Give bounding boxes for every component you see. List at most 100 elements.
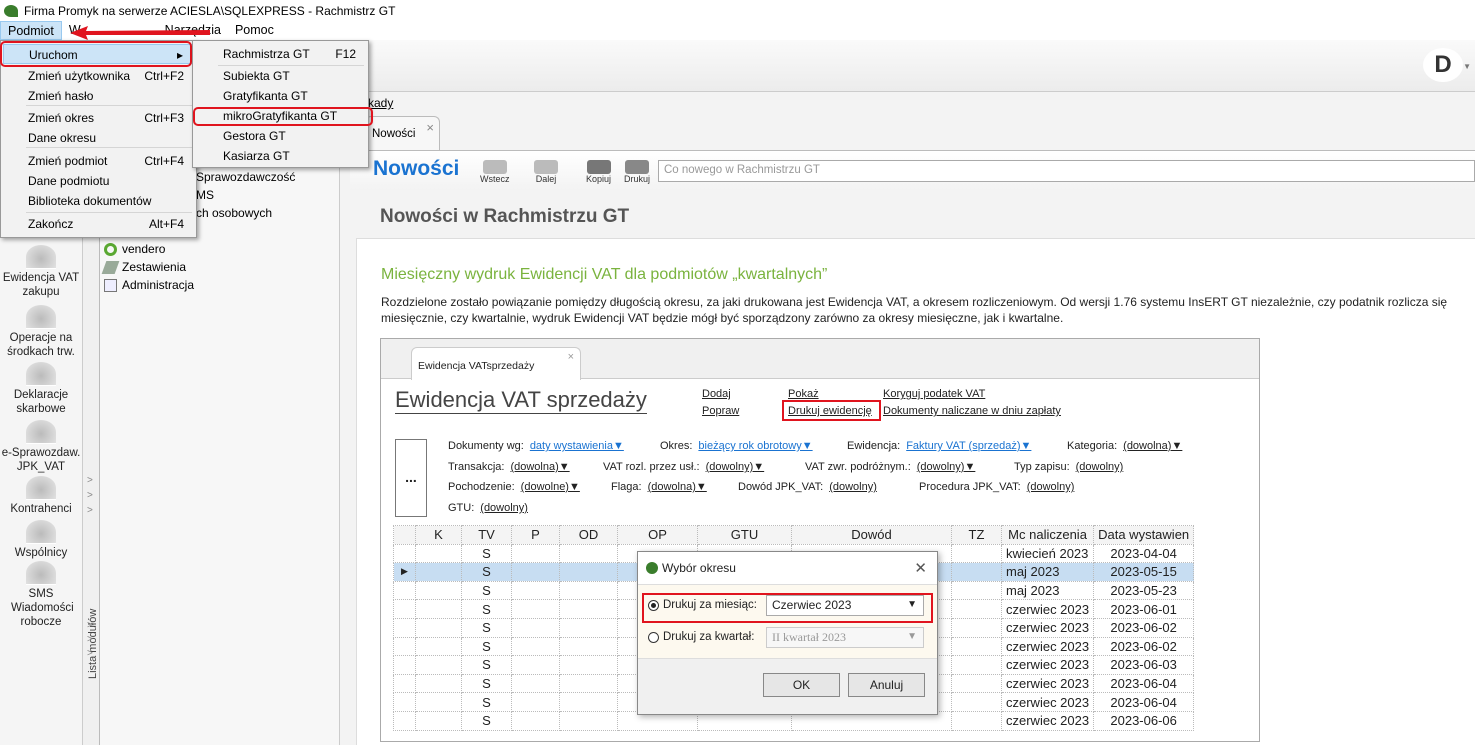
- submenu-item[interactable]: Kasiarza GT: [195, 146, 366, 166]
- vendero-icon: [104, 242, 117, 256]
- module-ewidencja-vat-zakupu[interactable]: Ewidencja VAT zakupu: [0, 245, 82, 299]
- table-cell: czerwiec 2023: [1000, 636, 1095, 657]
- table-cell: [415, 673, 462, 694]
- filter: Okres: bieżący rok obrotowy▼: [660, 440, 813, 452]
- submenu-item[interactable]: Rachmistrza GT F12: [195, 44, 366, 64]
- text: (dowolne)▼: [520, 481, 580, 493]
- table-cell: 2023-06-02: [1093, 617, 1195, 638]
- filter: Procedura JPK_VAT: (dowolny): [919, 481, 1074, 493]
- chevron-down-icon[interactable]: ▼: [1463, 62, 1471, 71]
- menu-item[interactable]: Zmień hasło: [3, 86, 194, 106]
- jpk-icon: [26, 420, 56, 444]
- copy-button[interactable]: Kopiuj: [586, 160, 611, 184]
- annotation-arrow-icon: [70, 26, 210, 40]
- module-deklaracje[interactable]: Deklaracje skarbowe: [0, 362, 82, 416]
- text: (dowolny)▼: [916, 461, 976, 473]
- shot-link-dodaj: Dodaj: [702, 388, 731, 400]
- table-cell: [559, 580, 618, 601]
- table-cell: S: [461, 692, 512, 712]
- menu-item[interactable]: Zmień okres Ctrl+F3: [3, 108, 194, 128]
- row-pointer-icon: ▶: [393, 562, 416, 582]
- module-wspolnicy[interactable]: Wspólnicy: [0, 520, 82, 560]
- submenu-item[interactable]: Gratyfikanta GT: [195, 86, 366, 106]
- menu-item[interactable]: Dane podmiotu: [3, 171, 194, 191]
- menu-item[interactable]: Zmień podmiot Ctrl+F4: [3, 151, 194, 171]
- tree-item-vendero[interactable]: vendero: [104, 242, 165, 256]
- text: (dowolna)▼: [647, 481, 707, 493]
- tree-item[interactable]: Sprawozdawczość: [196, 170, 295, 184]
- submenu-item[interactable]: Subiekta GT: [195, 66, 366, 86]
- column-header: P: [511, 525, 560, 545]
- back-button[interactable]: Wstecz: [480, 160, 510, 184]
- submenu-item[interactable]: Gestora GT: [195, 126, 366, 146]
- module-srodki-trwale[interactable]: Operacje na środkach trw.: [0, 305, 82, 359]
- window-title: Firma Promyk na serwerze ACIESLA\SQLEXPR…: [24, 3, 396, 18]
- assets-icon: [26, 305, 56, 329]
- table-cell: [559, 562, 618, 582]
- tree-item-administracja[interactable]: Administracja: [104, 278, 194, 292]
- tree-item[interactable]: ch osobowych: [196, 206, 272, 220]
- text: (dowolny)▼: [705, 461, 765, 473]
- report-icon: [101, 260, 120, 274]
- close-tab-icon[interactable]: ×: [426, 120, 434, 135]
- menu-podmiot[interactable]: Podmiot: [0, 21, 62, 40]
- menu-separator: [26, 105, 192, 106]
- table-cell: S: [461, 562, 512, 582]
- chevron-right-icon[interactable]: >: [87, 648, 93, 659]
- text: (dowolny): [480, 502, 528, 514]
- text: Procedura JPK_VAT:: [919, 481, 1021, 493]
- chevron-right-icon[interactable]: >: [87, 634, 93, 645]
- text: (dowolny): [1026, 481, 1075, 493]
- people-icon: [26, 520, 56, 544]
- user-avatar[interactable]: D: [1423, 48, 1463, 82]
- table-cell: [393, 692, 416, 712]
- table-cell: [393, 617, 416, 638]
- table-cell: czerwiec 2023: [1000, 673, 1095, 694]
- table-cell: [415, 599, 462, 619]
- column-header: Dowód: [791, 525, 952, 545]
- table-cell: [951, 562, 1002, 582]
- menu-item[interactable]: Zakończ Alt+F4: [3, 214, 194, 234]
- text: Kategoria:: [1067, 440, 1118, 452]
- shot-link-popraw: Popraw: [702, 405, 740, 417]
- column-header: GTU: [697, 525, 792, 545]
- chevron-right-icon[interactable]: >: [87, 620, 93, 631]
- text: Zmień podmiot: [28, 154, 108, 168]
- forward-button[interactable]: Dalej: [534, 160, 558, 184]
- tree-item-zestawienia[interactable]: Zestawienia: [101, 260, 186, 274]
- person-icon: [26, 476, 56, 500]
- column-header: [393, 525, 416, 545]
- chevron-right-icon[interactable]: >: [87, 505, 93, 516]
- arrow-left-icon: [482, 160, 507, 174]
- shot-link-pokaz: Pokaż: [788, 388, 819, 400]
- table-cell: [511, 636, 560, 657]
- module-jpk-vat[interactable]: e-Sprawozdaw. JPK_VAT: [0, 420, 82, 474]
- filter: Dokumenty wg: daty wystawienia▼: [448, 440, 624, 452]
- text: K TV P OD OP GTU Dowód TZ Mc naliczenia Data wyst…: [393, 525, 1195, 545]
- table-cell: [559, 636, 618, 657]
- page-title: Nowości: [373, 157, 460, 180]
- table-cell: [393, 655, 416, 675]
- content-title: Nowości w Rachmistrzu GT: [380, 206, 630, 227]
- table-cell: [415, 543, 462, 564]
- menu-pomoc[interactable]: Pomoc: [228, 21, 281, 40]
- print-button[interactable]: Drukuj: [624, 160, 650, 184]
- chevron-right-icon[interactable]: >: [87, 475, 93, 486]
- chevron-right-icon[interactable]: >: [87, 490, 93, 501]
- module-kontrahenci[interactable]: Kontrahenci: [0, 476, 82, 516]
- search-input[interactable]: Co nowego w Rachmistrzu GT: [658, 160, 1475, 182]
- table-cell: [415, 710, 462, 731]
- menu-item[interactable]: Dane okresu: [3, 128, 194, 148]
- table-cell: [415, 617, 462, 638]
- text: Faktury VAT (sprzedaż)▼: [906, 440, 1032, 452]
- text: Zmień okres: [28, 111, 95, 125]
- tree-item[interactable]: MS: [196, 188, 214, 202]
- menu-item[interactable]: Zmień użytkownika Ctrl+F2: [3, 66, 194, 86]
- text: Drukuj za kwartał:: [663, 631, 755, 643]
- table-cell: [511, 562, 560, 582]
- menu-item[interactable]: Biblioteka dokumentów: [3, 191, 194, 211]
- module-sms[interactable]: SMS Wiadomości robocze: [0, 561, 82, 629]
- column-header: Mc naliczenia: [1000, 525, 1095, 545]
- tab-nowosci[interactable]: Nowości ×: [365, 116, 440, 151]
- table-cell: [951, 617, 1002, 638]
